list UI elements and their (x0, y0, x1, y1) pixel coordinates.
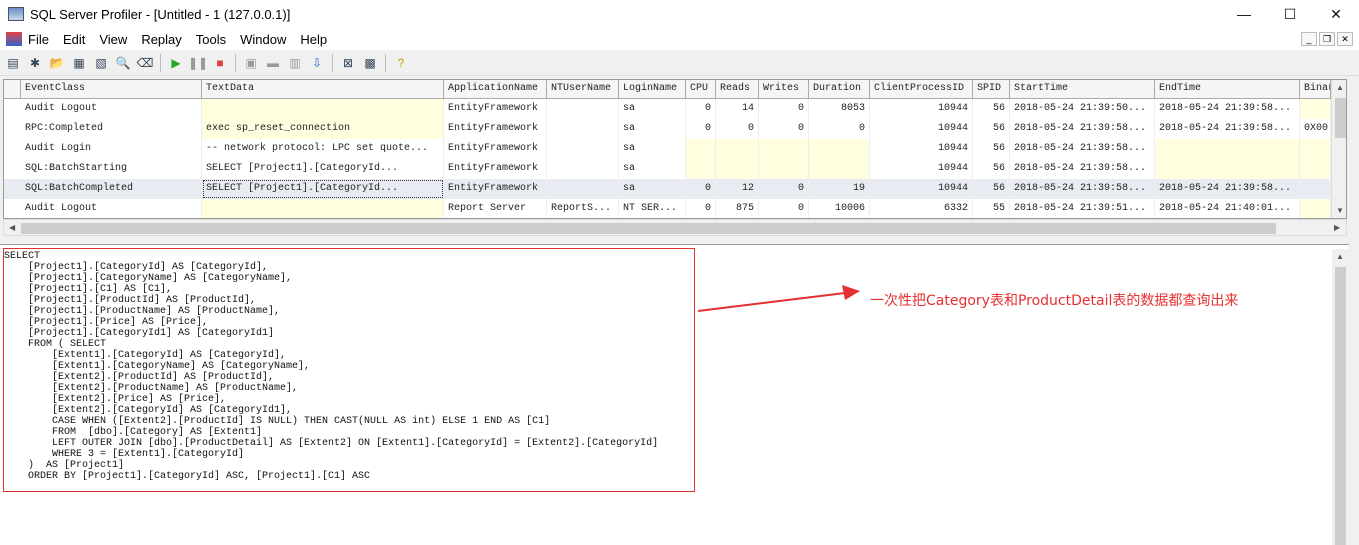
annotation-text: 一次性把Category表和ProductDetail表的数据都查询出来 (870, 293, 1239, 309)
annotation-arrow (697, 285, 860, 312)
